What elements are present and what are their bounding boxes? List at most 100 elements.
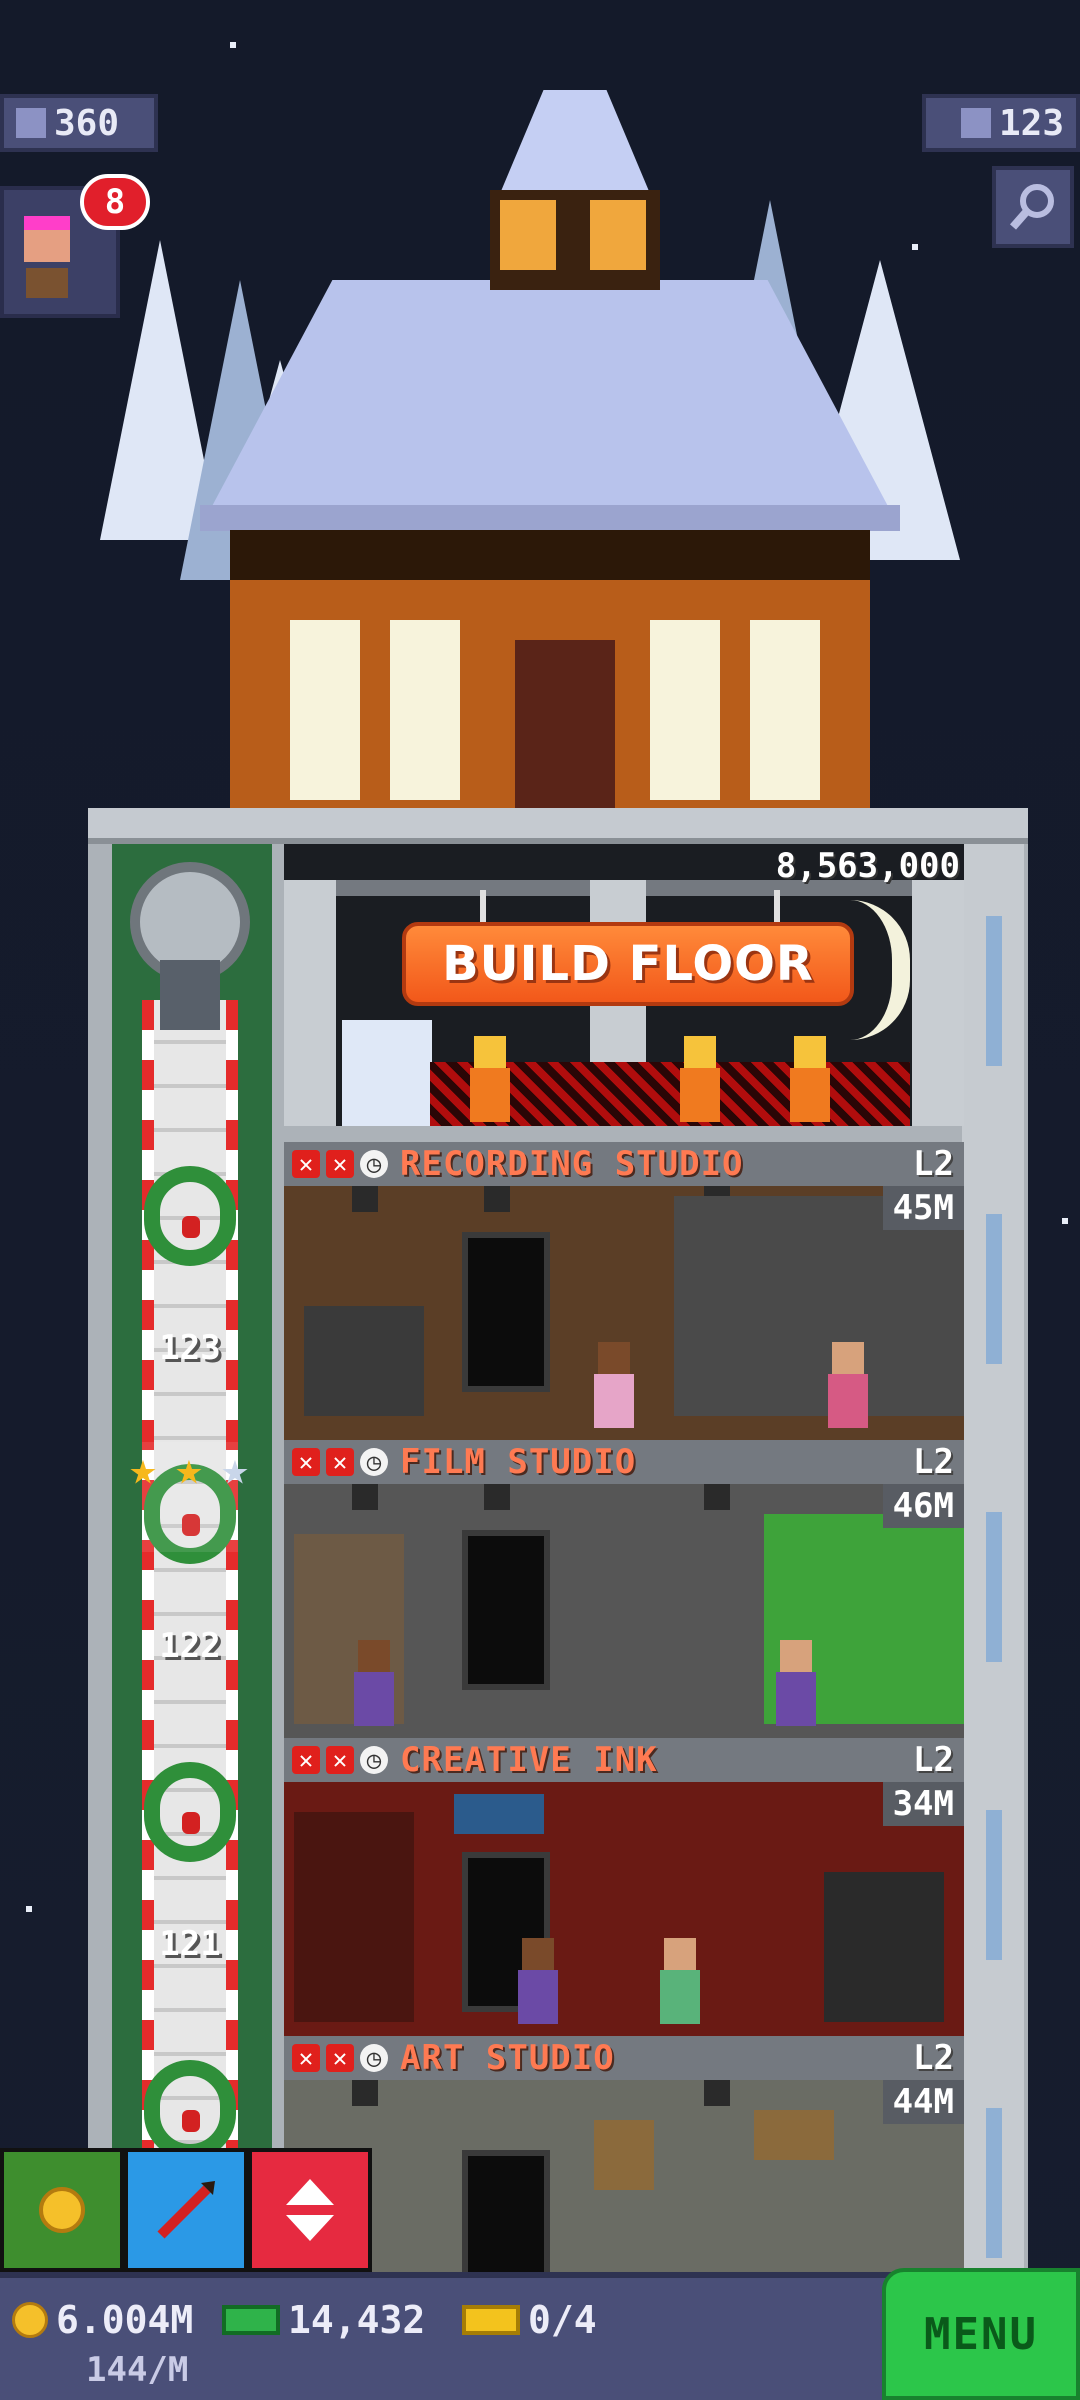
floor-value: 45M xyxy=(882,1186,964,1230)
clock-icon: ◷ xyxy=(360,1448,388,1476)
wreath-icon xyxy=(144,1762,236,1862)
ceiling-lamp xyxy=(484,1484,510,1510)
gold-star-icon: ★ xyxy=(129,1441,157,1495)
floor-value: 46M xyxy=(882,1484,964,1528)
out-of-stock-icon: ✕ xyxy=(292,1746,320,1774)
lobby-window xyxy=(290,620,360,800)
floor-value: 34M xyxy=(882,1782,964,1826)
elevator-motor xyxy=(160,960,220,1030)
silver-star-icon: ★ xyxy=(221,1441,249,1495)
person-icon xyxy=(16,108,46,138)
build-floor-button[interactable]: BUILD FLOOR xyxy=(402,922,854,1006)
elevator-up-down-button[interactable] xyxy=(248,2148,372,2272)
star xyxy=(230,42,236,48)
ceiling-lamp xyxy=(352,2080,378,2106)
room-door xyxy=(462,1232,550,1392)
marketing-button[interactable] xyxy=(124,2148,248,2272)
menu-button[interactable]: MENU xyxy=(882,2268,1080,2400)
coin-icon xyxy=(12,2302,48,2338)
mixing-console xyxy=(304,1306,424,1416)
floor-art-studio[interactable]: ✕ ✕ ◷ ART STUDIO L2 44M xyxy=(284,2036,964,2310)
build-cost: 8,563,000 xyxy=(775,846,960,886)
room-door xyxy=(462,1530,550,1690)
painting xyxy=(754,2110,834,2160)
bitizen xyxy=(656,1938,704,2024)
out-of-stock-icon: ✕ xyxy=(326,2044,354,2072)
star xyxy=(1062,1218,1068,1224)
coins-amount: 6.004M xyxy=(56,2298,194,2342)
floor-level: L2 xyxy=(913,1740,954,1780)
floor-recording-studio[interactable]: ✕ ✕ ◷ RECORDING STUDIO L2 45M xyxy=(284,1142,964,1440)
out-of-stock-icon: ✕ xyxy=(292,1448,320,1476)
ceiling-lamp xyxy=(352,1186,378,1212)
elevator-floor-label: 122 xyxy=(159,1626,221,1666)
snowy-lobby[interactable] xyxy=(90,80,1010,820)
roof-turret xyxy=(470,80,680,290)
floor-film-studio[interactable]: ✕ ✕ ◷ FILM STUDIO L2 46M xyxy=(284,1440,964,1738)
wreath-icon xyxy=(144,2060,236,2160)
bitizen xyxy=(514,1938,562,2024)
coins-icon xyxy=(39,2187,85,2233)
bitizen xyxy=(350,1640,398,1726)
tickets-stat[interactable]: 0/4 xyxy=(462,2298,597,2342)
tickets-amount: 0/4 xyxy=(528,2298,597,2342)
floor-name: ART STUDIO xyxy=(400,2038,615,2078)
bux-amount: 14,432 xyxy=(288,2298,426,2342)
floor-title-bar: ✕ ✕ ◷ CREATIVE INK xyxy=(284,1738,964,1782)
sign-hanger xyxy=(480,890,486,924)
clock-icon: ◷ xyxy=(360,2044,388,2072)
bitizen xyxy=(824,1342,872,1428)
floor-creative-ink[interactable]: ✕ ✕ ◷ CREATIVE INK L2 34M xyxy=(284,1738,964,2036)
floor-title-bar: ✕ ✕ ◷ FILM STUDIO xyxy=(284,1440,964,1484)
floor-room xyxy=(284,2080,964,2310)
magnifier-icon xyxy=(1009,184,1054,230)
up-down-arrows-icon xyxy=(286,2179,334,2241)
wreath-icon xyxy=(144,1166,236,1266)
lobby-window xyxy=(650,620,720,800)
floor-room xyxy=(284,1484,964,1738)
ticket-icon xyxy=(462,2305,520,2335)
floor-title-bar: ✕ ✕ ◷ RECORDING STUDIO xyxy=(284,1142,964,1186)
pillar-light xyxy=(986,1512,1002,1662)
ceiling-lamp xyxy=(352,1484,378,1510)
floor-name: RECORDING STUDIO xyxy=(400,1144,744,1184)
floor-title-bar: ✕ ✕ ◷ ART STUDIO xyxy=(284,2036,964,2080)
elevator-floor-label: 123 xyxy=(159,1328,221,1368)
floor-room xyxy=(284,1186,964,1440)
avatar-body xyxy=(26,268,68,298)
construction-worker xyxy=(786,1036,834,1122)
bitizen xyxy=(590,1342,638,1428)
bux-stat[interactable]: 14,432 xyxy=(222,2298,425,2342)
coins-stat[interactable]: 6.004M xyxy=(12,2298,193,2342)
window-frame xyxy=(912,880,964,1126)
lobby-band xyxy=(230,530,870,580)
pillar-light xyxy=(986,1214,1002,1364)
income-rate: 144/M xyxy=(86,2350,189,2390)
floor-room xyxy=(284,1782,964,2036)
construction-worker xyxy=(466,1036,514,1122)
clock-icon: ◷ xyxy=(360,1746,388,1774)
building-materials xyxy=(342,1020,432,1126)
construction-worker xyxy=(676,1036,724,1122)
clock-icon: ◷ xyxy=(360,1150,388,1178)
coins-button[interactable] xyxy=(0,2148,124,2272)
lobby-window xyxy=(750,620,820,800)
floor-name: CREATIVE INK xyxy=(400,1740,658,1780)
pencil-icon xyxy=(157,2181,215,2239)
avatar-head xyxy=(24,216,70,262)
lobby-door xyxy=(515,640,615,812)
sign-hanger xyxy=(774,890,780,924)
lobby-window xyxy=(390,620,460,800)
pillar-light xyxy=(986,916,1002,1066)
ceiling-lamp xyxy=(704,1484,730,1510)
pillar-light xyxy=(986,1810,1002,1960)
bux-icon xyxy=(222,2305,280,2335)
out-of-stock-icon: ✕ xyxy=(326,1150,354,1178)
pillar-light xyxy=(986,2108,1002,2258)
floor-name: FILM STUDIO xyxy=(400,1442,637,1482)
floor-level: L2 xyxy=(913,2038,954,2078)
window-frame xyxy=(284,880,336,1126)
floor-value: 44M xyxy=(882,2080,964,2124)
out-of-stock-icon: ✕ xyxy=(292,1150,320,1178)
ceiling-lamp xyxy=(704,2080,730,2106)
